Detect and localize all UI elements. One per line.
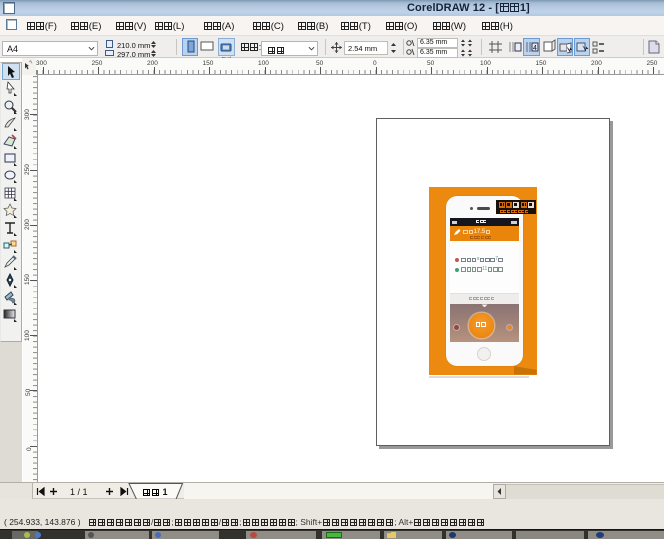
svg-text:4: 4 xyxy=(533,45,537,52)
